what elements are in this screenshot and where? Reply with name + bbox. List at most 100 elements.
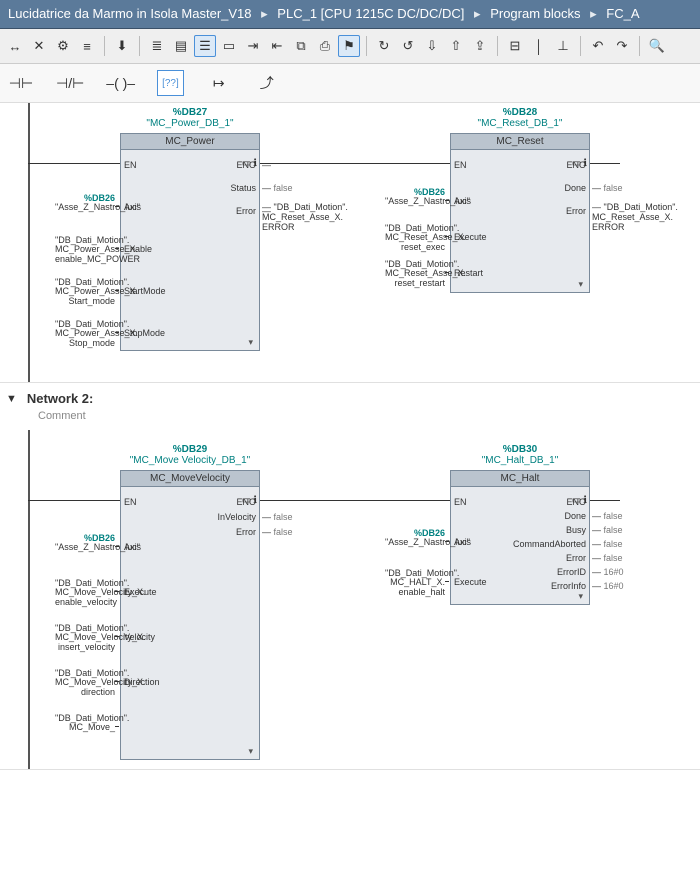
pin-source[interactable]: %DB26"Asse_Z_Nastro_luc" [385, 188, 445, 207]
power-rail [28, 103, 30, 382]
block-title: MC_MoveVelocity [121, 471, 259, 487]
expand-button[interactable]: ⊟ [504, 35, 526, 57]
structure-button[interactable]: ≡ [76, 35, 98, 57]
fb-mc_movevelocity[interactable]: MC_MoveVelocity▭ℹENAxis%DB26"Asse_Z_Nast… [120, 470, 260, 760]
pin-target[interactable]: — "DB_Dati_Motion".MC_Reset_Asse_X.ERROR [262, 202, 324, 232]
download-hw-button[interactable]: ⇪ [469, 35, 491, 57]
breadcrumb-folder[interactable]: Program blocks [490, 6, 580, 21]
go-online-button[interactable]: ↺ [397, 35, 419, 57]
pin-error: Error [236, 527, 256, 537]
pin-value: — [262, 160, 271, 170]
db-id: %DB29 [173, 444, 207, 455]
pin-value: — false [592, 183, 623, 193]
pin-source[interactable]: "DB_Dati_Motion".MC_Power_Asse_X.enable_… [55, 236, 115, 264]
collapse-icon[interactable]: ▼ [6, 393, 17, 405]
fb-mc_halt[interactable]: MC_Halt▭ℹENAxis%DB26"Asse_Z_Nastro_luc"E… [450, 470, 590, 605]
pin-source[interactable]: "DB_Dati_Motion".MC_Reset_Asse_X.reset_r… [385, 260, 445, 288]
pin-value: — false [592, 539, 623, 549]
power-rail [28, 430, 30, 769]
chevron-icon: ▸ [261, 6, 268, 21]
coil-button[interactable]: –( )– [106, 70, 135, 96]
insert-network-button[interactable]: ↔ [4, 35, 26, 57]
pin-invelocity: InVelocity [217, 512, 256, 522]
pin-done: Done [564, 511, 586, 521]
chevron-icon: ▸ [590, 6, 597, 21]
pin-status: Status [230, 183, 256, 193]
db-id: %DB28 [503, 107, 537, 118]
favorites-button[interactable]: ⎙ [314, 35, 336, 57]
jump-button[interactable]: ⤴ [254, 70, 280, 96]
ladder-canvas[interactable]: %DB27"MC_Power_DB_1" MC_Power▭ℹENAxis%DB2… [0, 103, 700, 873]
pin-en: EN [454, 160, 467, 170]
db-name: "MC_Move Velocity_DB_1" [130, 455, 250, 466]
collapse-button[interactable]: │ [528, 35, 550, 57]
pin-source[interactable]: "DB_Dati_Motion".MC_Move_Velocity_X.enab… [55, 579, 115, 607]
display-mode-button[interactable]: ☰ [194, 35, 216, 57]
pin-source[interactable]: %DB26"Asse_Z_Nastro_luc" [55, 534, 115, 553]
db-id: %DB27 [173, 107, 207, 118]
ladder-toolbar: ⊣⊢ ⊣/⊢ –( )– [??] ↦ ⤴ [0, 64, 700, 103]
pin-value: — false [592, 525, 623, 535]
breadcrumb-block[interactable]: FC_A [606, 6, 639, 21]
expand-icon[interactable]: ▾ [578, 591, 583, 602]
pin-source[interactable]: "DB_Dati_Motion".MC_Move_ [55, 714, 115, 733]
network-2: ▼ Network 2: Comment %DB29"MC_Move Veloc… [0, 383, 700, 770]
pin-source[interactable]: "DB_Dati_Motion".MC_Reset_Asse_X.reset_e… [385, 224, 445, 252]
download-button[interactable]: ⬇ [111, 35, 133, 57]
pin-value: — false [592, 511, 623, 521]
pin-source[interactable]: %DB26"Asse_Z_Nastro_luc" [55, 194, 115, 213]
block-view-button[interactable]: ▤ [170, 35, 192, 57]
goto-button[interactable]: ⚙ [52, 35, 74, 57]
breadcrumb-plc[interactable]: PLC_1 [CPU 1215C DC/DC/DC] [277, 6, 464, 21]
network-1: %DB27"MC_Power_DB_1" MC_Power▭ℹENAxis%DB2… [0, 103, 700, 383]
delete-network-button[interactable]: ✕ [28, 35, 50, 57]
expand-icon[interactable]: ▾ [248, 337, 253, 348]
monitor-button[interactable]: ↻ [373, 35, 395, 57]
network-comment[interactable]: Comment [0, 408, 700, 430]
pin-errorid: ErrorID [557, 567, 586, 577]
pin-en: EN [124, 160, 137, 170]
pin-error: Error [566, 553, 586, 563]
pin-target[interactable]: — "DB_Dati_Motion".MC_Reset_Asse_X.ERROR [592, 202, 654, 232]
pin-en: EN [454, 497, 467, 507]
nc-contact-button[interactable]: ⊣⊢ [8, 70, 34, 96]
pin-value: — 16#0 [592, 567, 624, 577]
align-button[interactable]: ⊥ [552, 35, 574, 57]
block-title: MC_Reset [451, 134, 589, 150]
goto-ref-button[interactable]: ⇤ [266, 35, 288, 57]
pin-value: — false [262, 527, 293, 537]
pin-source[interactable]: "DB_Dati_Motion".MC_Move_Velocity_X.inse… [55, 624, 115, 652]
open-db-button[interactable]: ⧉ [290, 35, 312, 57]
pin-eno: ENO [236, 497, 256, 507]
search-button[interactable]: 🔍 [646, 35, 668, 57]
pin-value: — 16#0 [592, 581, 624, 591]
goto-def-button[interactable]: ⇥ [242, 35, 264, 57]
pin-source[interactable]: "DB_Dati_Motion".MC_Power_Asse_X.Start_m… [55, 278, 115, 306]
pin-value: — false [262, 183, 293, 193]
list-view-button[interactable]: ≣ [146, 35, 168, 57]
redo-button[interactable]: ↷ [611, 35, 633, 57]
compile-button[interactable]: ⇧ [445, 35, 467, 57]
text-box-button[interactable]: ▭ [218, 35, 240, 57]
pin-source[interactable]: "DB_Dati_Motion".MC_Move_Velocity_X.dire… [55, 669, 115, 697]
expand-icon[interactable]: ▾ [578, 279, 583, 290]
filter-button[interactable]: ⚑ [338, 35, 360, 57]
pin-eno: ENO [566, 160, 586, 170]
undo-button[interactable]: ↶ [587, 35, 609, 57]
block-title: MC_Power [121, 134, 259, 150]
no-contact-button[interactable]: ⊣/⊢ [56, 70, 84, 96]
fb-mc_reset[interactable]: MC_Reset▭ℹENAxis%DB26"Asse_Z_Nastro_luc"… [450, 133, 590, 293]
go-offline-button[interactable]: ⇩ [421, 35, 443, 57]
pin-source[interactable]: "DB_Dati_Motion".MC_Power_Asse_X.Stop_mo… [55, 320, 115, 348]
pin-errorinfo: ErrorInfo [551, 581, 586, 591]
pin-source[interactable]: "DB_Dati_Motion".MC_HALT_X.enable_halt [385, 569, 445, 597]
branch-button[interactable]: ↦ [206, 70, 232, 96]
pin-eno: ENO [566, 497, 586, 507]
pin-done: Done [564, 183, 586, 193]
db-name: "MC_Power_DB_1" [146, 118, 233, 129]
breadcrumb-project[interactable]: Lucidatrice da Marmo in Isola Master_V18 [8, 6, 252, 21]
fb-mc_power[interactable]: MC_Power▭ℹENAxis%DB26"Asse_Z_Nastro_luc"… [120, 133, 260, 351]
pin-source[interactable]: %DB26"Asse_Z_Nastro_luc" [385, 529, 445, 548]
empty-box-button[interactable]: [??] [157, 70, 184, 96]
expand-icon[interactable]: ▾ [248, 746, 253, 757]
